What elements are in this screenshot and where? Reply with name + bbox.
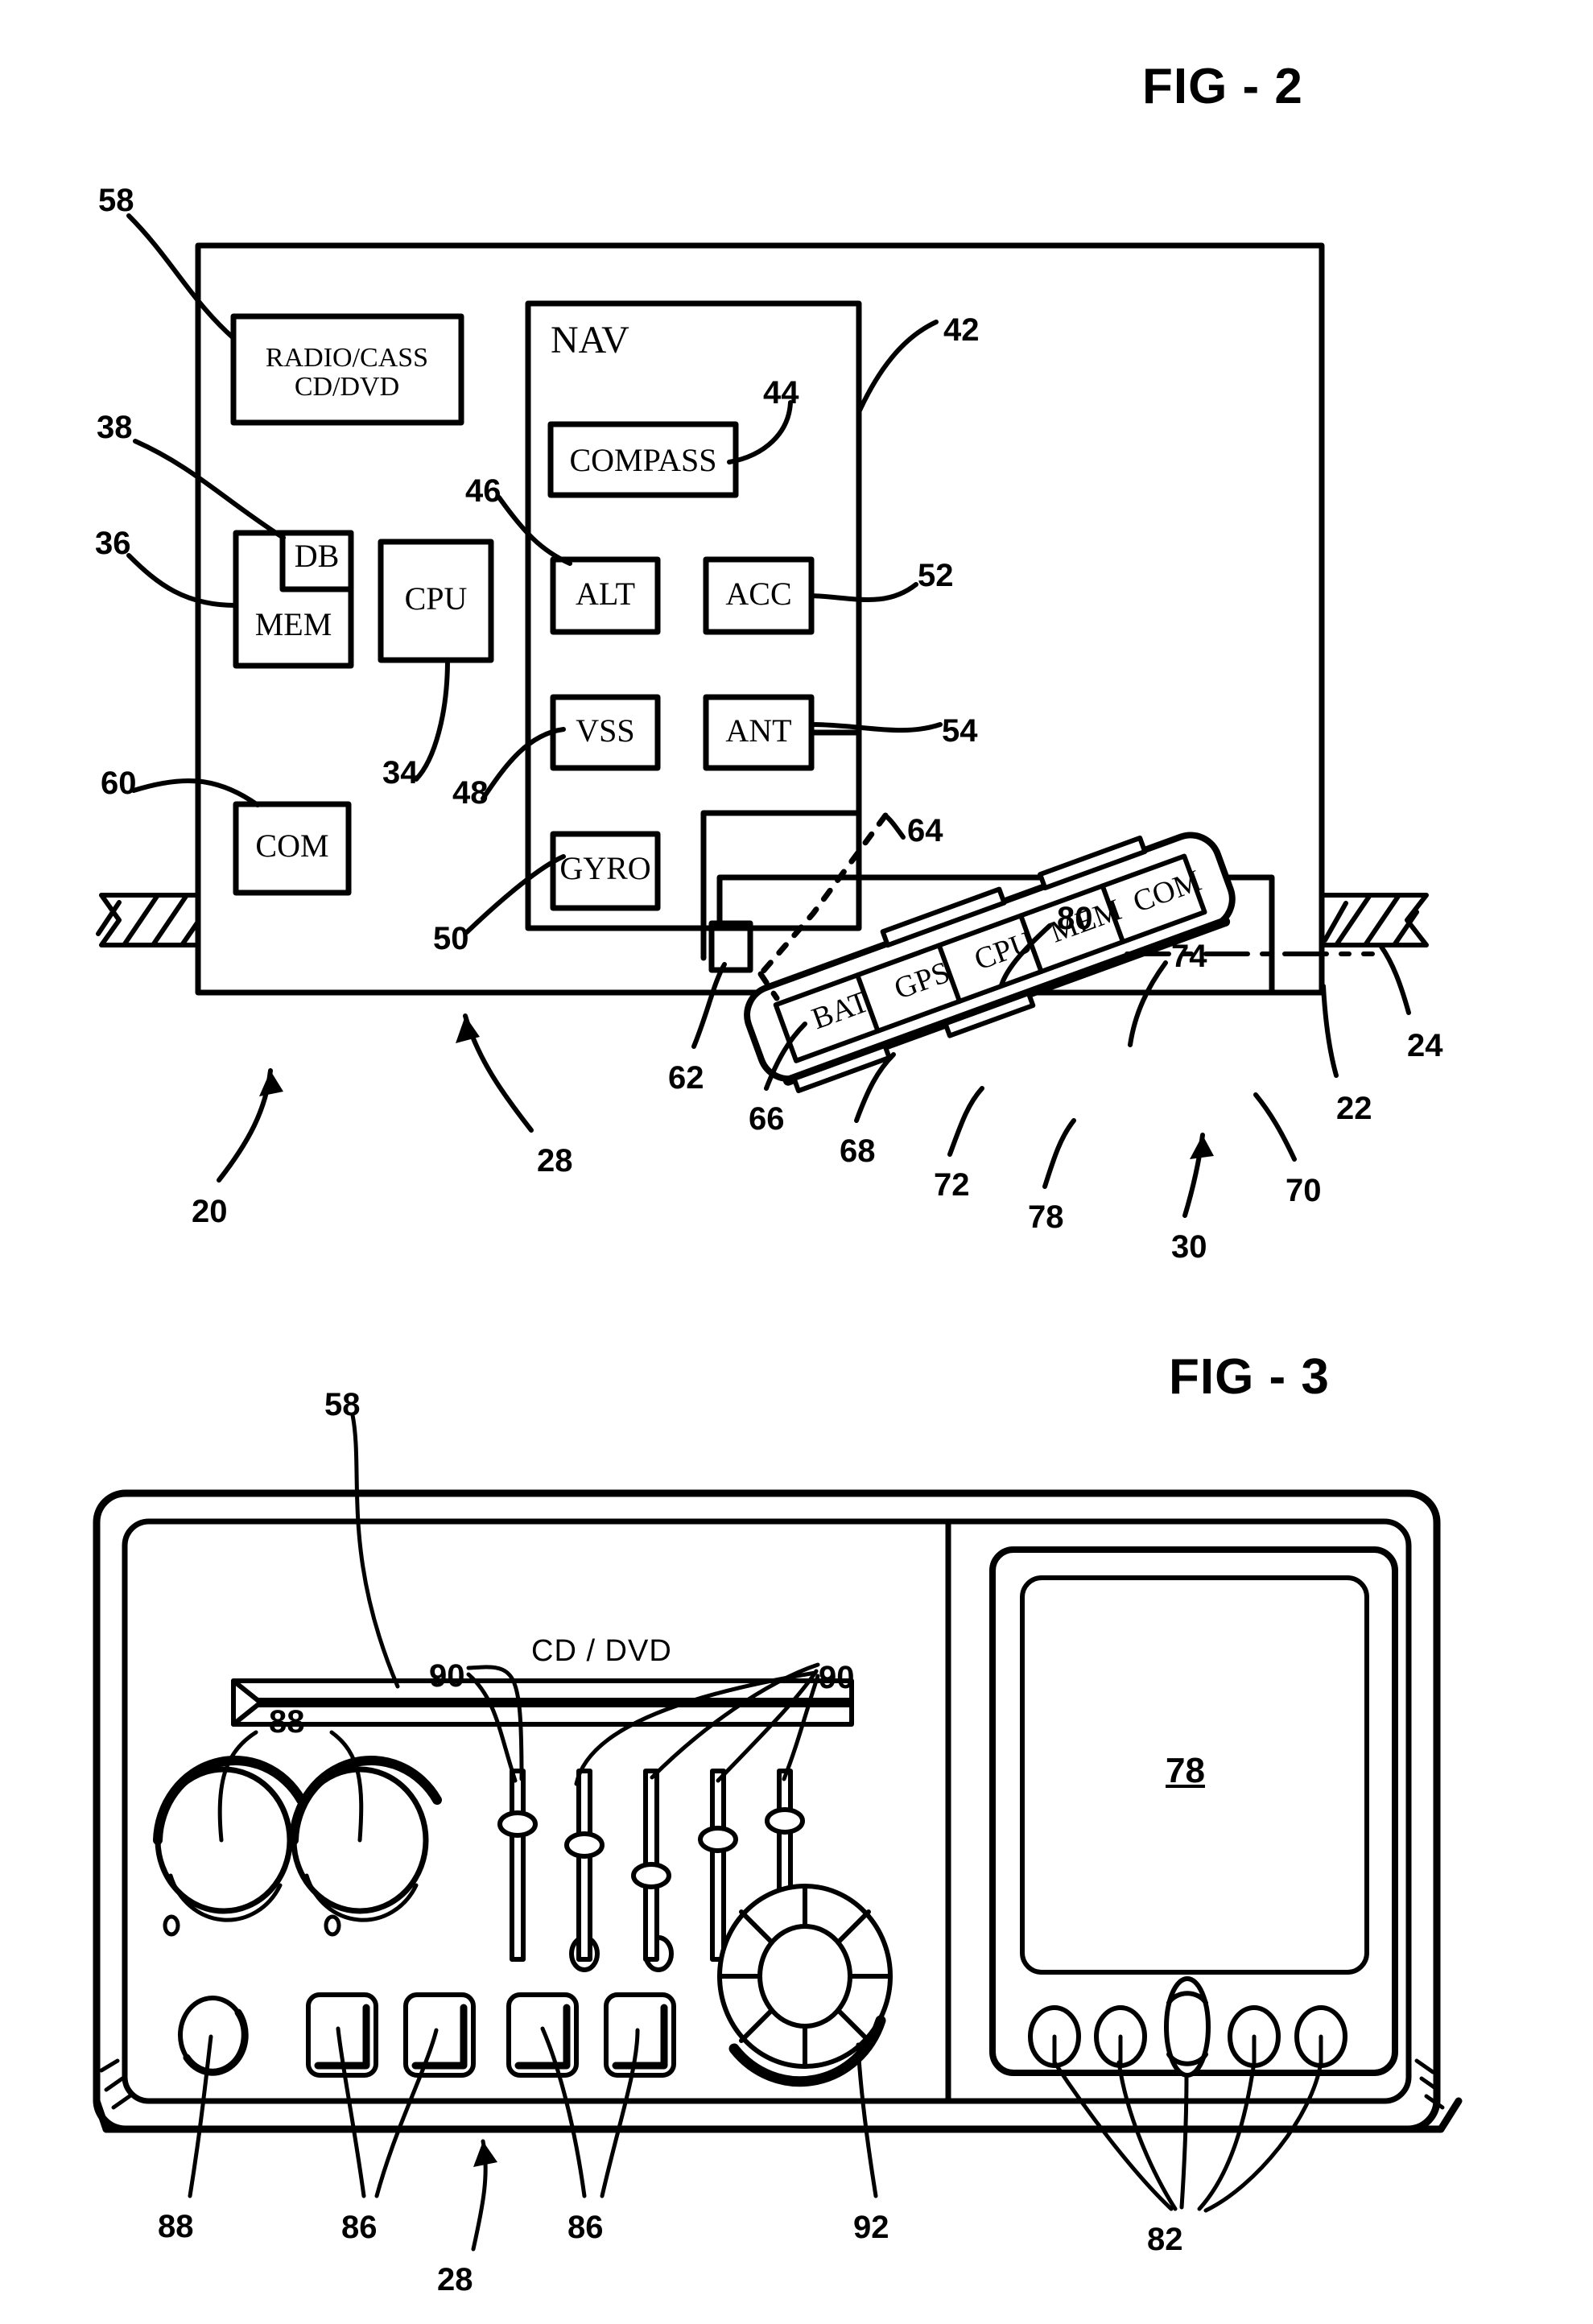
ref-numeral-38: 38 (97, 410, 133, 445)
ref-numeral-70: 70 (1286, 1173, 1322, 1208)
indicator-dot (163, 1914, 180, 1937)
ref-numeral-92: 92 (853, 2210, 889, 2245)
dash-wall-right (1319, 893, 1429, 947)
ref-numeral-78: 78 (1028, 1199, 1064, 1235)
dash-wall-left (96, 893, 200, 947)
ref-numeral-46: 46 (465, 473, 501, 509)
ref-numeral-30: 30 (1171, 1229, 1207, 1265)
block-label-acc: ACC (725, 576, 792, 612)
round-button-88 (178, 1996, 249, 2076)
square-button (604, 1992, 676, 2078)
square-button (506, 1992, 579, 2078)
block-label-vss: VSS (576, 712, 635, 749)
ref-numeral-44: 44 (763, 375, 799, 411)
radio-line2: CD/DVD (294, 371, 400, 402)
ref-numeral-86: 86 (567, 2210, 604, 2245)
ref-numeral-64: 64 (907, 813, 943, 848)
block-label-alt: ALT (575, 576, 636, 612)
patent-drawing-sheet: FIG - 2 FIG - 3 RADIO/CASS CD/DVD NAV CO… (0, 0, 1593, 2324)
block-label-cpu: CPU (404, 580, 468, 617)
ref-numeral-42: 42 (943, 312, 980, 348)
ref-numeral-54: 54 (942, 713, 978, 749)
ref-numeral-62: 62 (668, 1060, 704, 1096)
ref-numeral-82: 82 (1147, 2222, 1183, 2257)
square-button (403, 1992, 476, 2078)
ref-numeral-50: 50 (433, 921, 469, 956)
ref-numeral-68: 68 (840, 1133, 876, 1169)
cd-dvd-slot-label: CD / DVD (531, 1634, 672, 1668)
ref-numeral-72: 72 (934, 1167, 970, 1203)
ref-numeral-90: 90 (819, 1660, 855, 1695)
block-label-db: DB (294, 538, 340, 574)
ref-numeral-34: 34 (382, 755, 419, 790)
ref-numeral-88: 88 (269, 1704, 305, 1740)
ref-numeral-58: 58 (324, 1387, 361, 1422)
ref-numeral-90: 90 (429, 1658, 465, 1694)
block-label-mem: MEM (254, 606, 332, 642)
ref-numeral-24: 24 (1407, 1028, 1443, 1063)
radio-line1: RADIO/CASS (265, 343, 429, 373)
ref-numeral-36: 36 (95, 526, 131, 561)
block-label-compass: COMPASS (569, 442, 717, 478)
ref-numeral-66: 66 (749, 1101, 785, 1137)
ref-numeral-22: 22 (1336, 1091, 1372, 1126)
ref-numeral-74: 74 (1171, 939, 1207, 974)
block-label-ant: ANT (725, 712, 792, 749)
ref-numeral-20: 20 (192, 1194, 228, 1229)
indicator-dot (324, 1914, 341, 1937)
leader-arrowheads-fig3 (473, 2141, 497, 2167)
block-label-nav: NAV (551, 319, 629, 361)
ref-numeral-28: 28 (537, 1143, 573, 1179)
block-label-radio-cass: RADIO/CASS CD/DVD (238, 344, 456, 401)
cd-dvd-slot (231, 1678, 854, 1727)
ref-numeral-28: 28 (437, 2262, 473, 2297)
ref-numeral-80: 80 (1057, 901, 1093, 936)
ref-numeral-88: 88 (158, 2209, 194, 2244)
block-label-com: COM (255, 828, 329, 864)
ref-numeral-58: 58 (98, 183, 134, 218)
ref-numeral-86: 86 (341, 2210, 378, 2245)
ref-numeral-60: 60 (101, 766, 137, 801)
ref-numeral-48: 48 (452, 775, 489, 811)
block-label-gyro: GYRO (559, 850, 651, 886)
display-reference-78: 78 (1166, 1751, 1205, 1790)
ref-numeral-52: 52 (918, 558, 954, 593)
leader-arrowheads-fig2 (259, 1016, 1214, 1159)
